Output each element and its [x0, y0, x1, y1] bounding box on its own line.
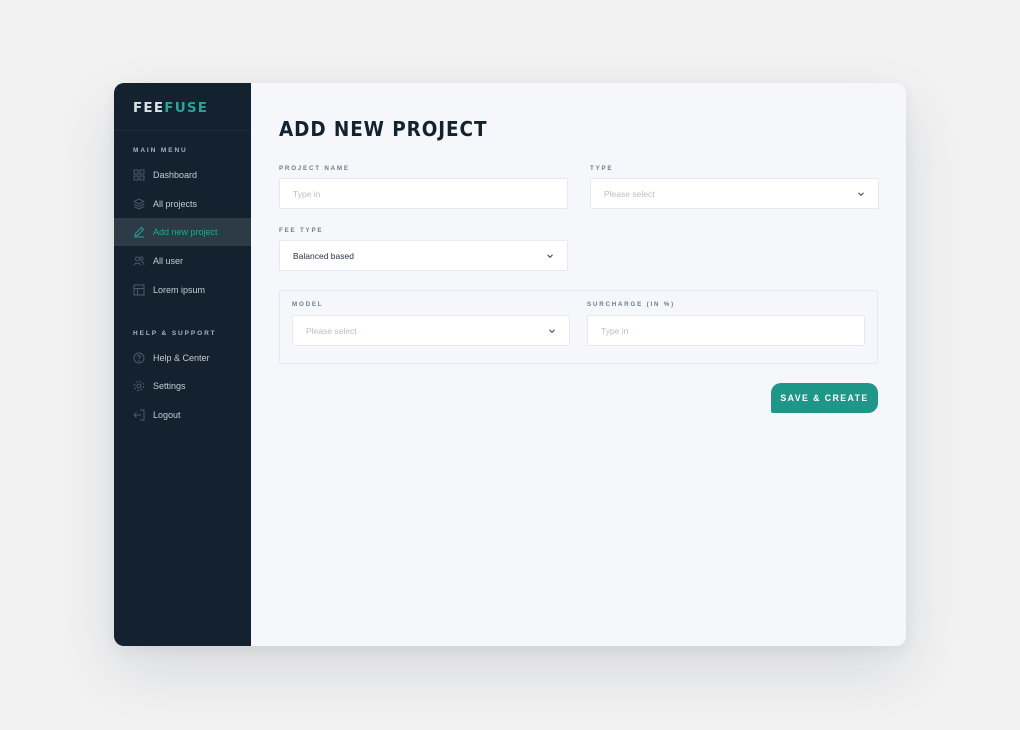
fee-type-label: FEE TYPE [279, 227, 324, 234]
help-support-heading: HELP & SUPPORT [133, 330, 217, 337]
type-label: TYPE [590, 165, 614, 172]
sidebar: FEEFUSE MAIN MENU Dashboard All projects [114, 83, 251, 646]
type-select[interactable]: Please select [590, 178, 879, 209]
help-circle-icon [133, 352, 145, 364]
sidebar-item-all-user[interactable]: All user [114, 247, 251, 275]
chevron-down-icon [546, 252, 554, 260]
sidebar-item-label: Help & Center [153, 353, 210, 363]
sidebar-item-lorem-ipsum[interactable]: Lorem ipsum [114, 276, 251, 304]
app-window: FEEFUSE MAIN MENU Dashboard All projects [114, 83, 906, 646]
logo-text-fuse: FUSE [164, 100, 209, 116]
sidebar-item-dashboard[interactable]: Dashboard [114, 161, 251, 189]
main-content: ADD NEW PROJECT PROJECT NAME Type in TYP… [251, 83, 906, 646]
surcharge-input[interactable]: Type in [587, 315, 865, 346]
sidebar-item-help-center[interactable]: Help & Center [114, 344, 251, 372]
sidebar-item-label: Settings [153, 381, 186, 391]
sidebar-item-label: Lorem ipsum [153, 285, 206, 295]
sidebar-item-settings[interactable]: Settings [114, 372, 251, 400]
sidebar-item-label: Logout [153, 410, 181, 420]
sidebar-item-label: All user [153, 256, 184, 266]
layout-icon [133, 284, 145, 296]
dashboard-grid-icon [133, 169, 145, 181]
model-select-placeholder: Please select [306, 325, 357, 336]
fee-type-select-value: Balanced based [293, 250, 354, 261]
sidebar-item-label: Add new project [153, 227, 218, 237]
logo-text-fee: FEE [133, 100, 165, 116]
logo[interactable]: FEEFUSE [133, 99, 208, 117]
surcharge-label: SURCHARGE (IN %) [587, 301, 675, 308]
model-label: MODEL [292, 301, 324, 308]
sidebar-item-add-new-project[interactable]: Add new project [114, 218, 251, 246]
save-create-button[interactable]: SAVE & CREATE [771, 383, 878, 413]
fee-type-select[interactable]: Balanced based [279, 240, 568, 271]
type-select-placeholder: Please select [604, 188, 655, 199]
page-title: ADD NEW PROJECT [279, 117, 488, 141]
sidebar-item-label: All projects [153, 199, 198, 209]
sidebar-item-all-projects[interactable]: All projects [114, 190, 251, 218]
gear-icon [133, 380, 145, 392]
sidebar-item-label: Dashboard [153, 170, 198, 180]
sidebar-divider [114, 130, 251, 131]
users-icon [133, 255, 145, 267]
chevron-down-icon [857, 190, 865, 198]
project-name-input[interactable]: Type in [279, 178, 568, 209]
project-name-label: PROJECT NAME [279, 165, 350, 172]
model-select[interactable]: Please select [292, 315, 570, 346]
chevron-down-icon [548, 327, 556, 335]
pencil-icon [133, 226, 145, 238]
main-menu-heading: MAIN MENU [133, 147, 188, 154]
logout-icon [133, 409, 145, 421]
layers-icon [133, 198, 145, 210]
sidebar-item-logout[interactable]: Logout [114, 401, 251, 429]
